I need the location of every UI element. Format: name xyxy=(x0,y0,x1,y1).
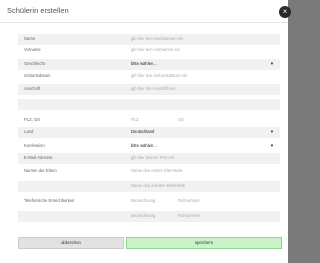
email-label: E-Mail-Adresse xyxy=(24,155,53,160)
geschlecht-label: Geschlecht xyxy=(24,61,45,66)
telefon-nummer-input[interactable]: Rufnummer xyxy=(178,198,200,203)
land-select[interactable]: Deutschland xyxy=(131,129,154,134)
create-student-dialog: Schülerin erstellen Name gib hier den Na… xyxy=(0,0,288,263)
eltern-input-2[interactable]: Name des zweiten Elternteils xyxy=(131,183,185,188)
vorname-label: Vorname xyxy=(24,47,41,52)
plz-input[interactable]: PLZ xyxy=(131,117,139,122)
email-input[interactable]: gib hier deinen Text ein xyxy=(131,155,174,160)
cancel-button[interactable]: abbrechen xyxy=(18,237,124,249)
telefon-bezeichnung-input[interactable]: Bezeichnung xyxy=(131,213,155,218)
row-email: E-Mail-Adresse gib hier deinen Text ein xyxy=(18,153,280,164)
row-anschrift: Anschrift gib hier die Anschrift ein xyxy=(18,84,280,95)
row-geburtsdatum: Geburtsdatum gib hier das Geburtsdatum e… xyxy=(18,71,280,82)
row-konfession: Konfession bitte wählen... ▼ xyxy=(18,141,280,152)
row-geschlecht: Geschlecht bitte wählen... ▼ xyxy=(18,59,280,70)
anschrift-label: Anschrift xyxy=(24,86,41,91)
telefon-label: Telefonische Erreichbarkeit xyxy=(24,198,75,203)
chevron-down-icon[interactable]: ▼ xyxy=(270,61,274,66)
eltern-input-1[interactable]: Name des ersten Elternteils xyxy=(131,168,182,173)
geburtsdatum-input[interactable]: gib hier das Geburtsdatum ein xyxy=(131,73,187,78)
row-telefon-2: Bezeichnung Rufnummer xyxy=(18,211,280,222)
row-eltern: Namen der Eltern Name des ersten Elternt… xyxy=(18,166,280,177)
geburtsdatum-label: Geburtsdatum xyxy=(24,73,51,78)
chevron-down-icon[interactable]: ▼ xyxy=(270,143,274,148)
save-button[interactable]: speichern xyxy=(126,237,282,249)
row-telefon-1: Telefonische Erreichbarkeit Bezeichnung … xyxy=(18,196,280,207)
row-vorname: Vorname gib hier den Vornamen ein xyxy=(18,45,280,56)
name-label: Name xyxy=(24,36,36,41)
row-eltern-2: Name des zweiten Elternteils xyxy=(18,181,280,192)
konfession-select[interactable]: bitte wählen... xyxy=(131,143,157,148)
ort-input[interactable]: Ort xyxy=(178,117,184,122)
name-input[interactable]: gib hier den Nachnamen ein xyxy=(131,36,183,41)
row-plz-ort: PLZ, Ort PLZ Ort xyxy=(18,115,280,126)
plz-ort-label: PLZ, Ort xyxy=(24,117,40,122)
vorname-input[interactable]: gib hier den Vornamen ein xyxy=(131,47,180,52)
dialog-header: Schülerin erstellen xyxy=(0,0,288,23)
row-name: Name gib hier den Nachnamen ein xyxy=(18,34,280,45)
anschrift-input[interactable]: gib hier die Anschrift ein xyxy=(131,86,175,91)
eltern-label: Namen der Eltern xyxy=(24,168,57,173)
geschlecht-select[interactable]: bitte wählen... xyxy=(131,61,157,66)
telefon-bezeichnung-input[interactable]: Bezeichnung xyxy=(131,198,155,203)
dialog-title: Schülerin erstellen xyxy=(7,6,69,15)
land-label: Land xyxy=(24,129,34,134)
anschrift-line-2[interactable] xyxy=(18,99,280,110)
telefon-nummer-input[interactable]: Rufnummer xyxy=(178,213,200,218)
chevron-down-icon[interactable]: ▼ xyxy=(270,129,274,134)
close-icon[interactable]: × xyxy=(279,6,291,18)
row-land: Land Deutschland ▼ xyxy=(18,127,280,138)
konfession-label: Konfession xyxy=(24,143,45,148)
